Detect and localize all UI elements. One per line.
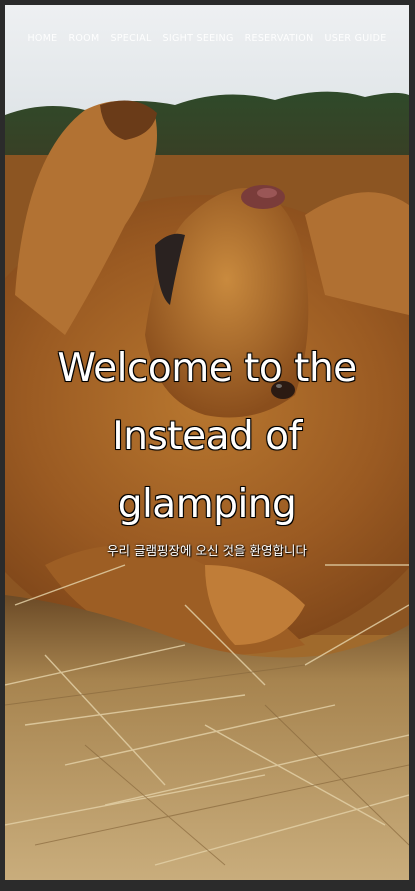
nav-item-home[interactable]: HOME: [27, 33, 57, 44]
top-navigation: HOME ROOM SPECIAL SIGHT SEEING RESERVATI…: [5, 33, 409, 44]
headline-line-2: Instead of: [112, 414, 302, 459]
page-frame: HOME ROOM SPECIAL SIGHT SEEING RESERVATI…: [0, 0, 415, 891]
hero-headline: Welcome to the Instead of glamping: [5, 335, 409, 539]
nav-item-special[interactable]: SPECIAL: [110, 33, 151, 44]
nav-item-user-guide[interactable]: USER GUIDE: [324, 33, 386, 44]
headline-line-3: glamping: [117, 482, 297, 527]
hero-subheading: 우리 글램핑장에 오신 것을 환영합니다: [107, 543, 307, 558]
nav-item-reservation[interactable]: RESERVATION: [245, 33, 314, 44]
hero-section: HOME ROOM SPECIAL SIGHT SEEING RESERVATI…: [5, 5, 409, 880]
nav-item-room[interactable]: ROOM: [69, 33, 100, 44]
headline-line-1: Welcome to the: [57, 346, 357, 391]
nav-item-sight-seeing[interactable]: SIGHT SEEING: [163, 33, 234, 44]
